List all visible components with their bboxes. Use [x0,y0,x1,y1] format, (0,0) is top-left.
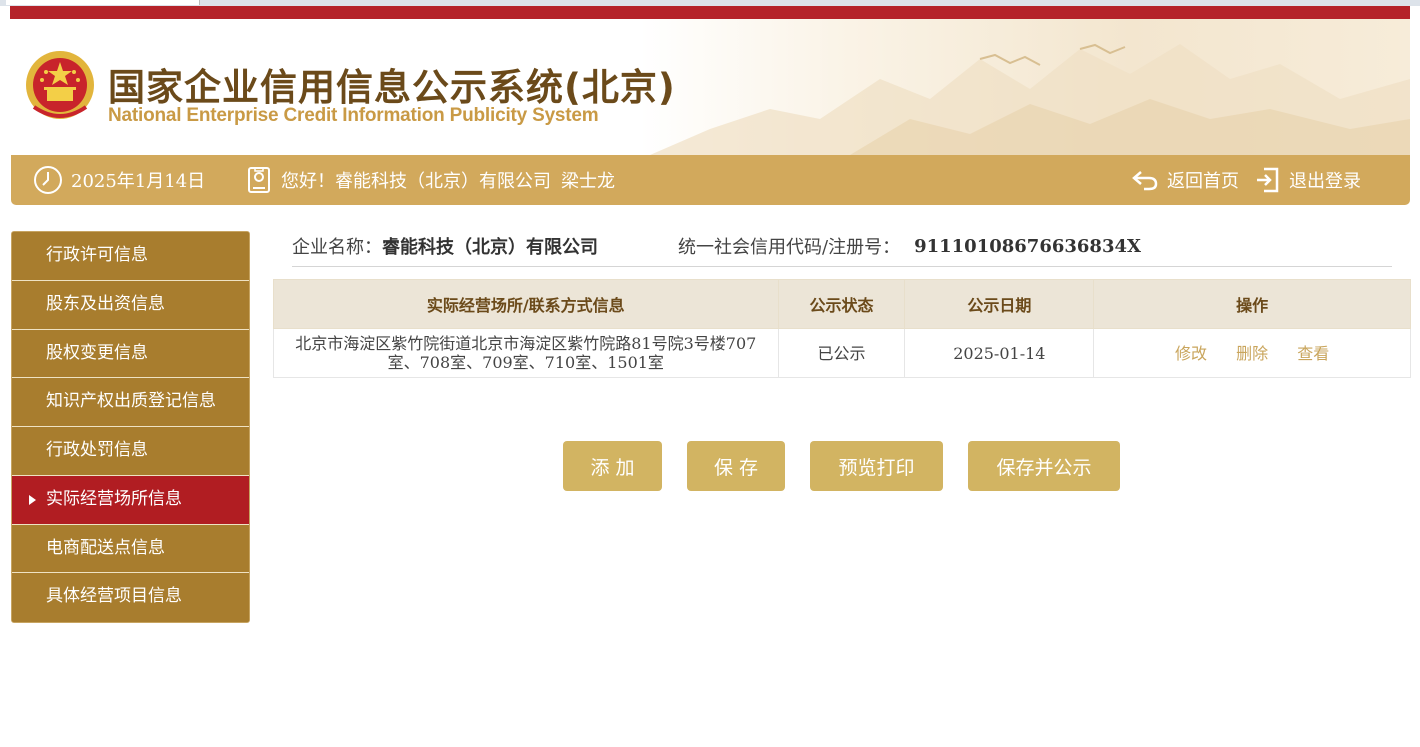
company-info-bar: 企业名称： 睿能科技（北京）有限公司 统一社会信用代码/注册号： 9111010… [292,226,1392,267]
current-date: 2025年1月14日 [33,155,205,205]
credit-code: 91110108676636834X [914,235,1141,257]
date-text: 2025年1月14日 [71,171,206,192]
sidebar-item-shareholders[interactable]: 股东及出资信息 [12,280,249,330]
home-link-label: 返回首页 [1167,171,1239,192]
edit-link[interactable]: 修改 [1175,344,1207,363]
sidebar-item-administrative-license[interactable]: 行政许可信息 [12,232,249,281]
user-greeting: 您好！睿能科技（北京）有限公司 梁士龙 [245,155,615,205]
premises-table: 实际经营场所/联系方式信息 公示状态 公示日期 操作 北京市海淀区紫竹院街道北京… [273,279,1411,378]
column-header-date: 公示日期 [904,279,1095,329]
home-link[interactable]: 返回首页 [1131,155,1239,205]
logout-icon [1257,167,1279,193]
system-title: 国家企业信用信息公示系统(北京) [108,66,676,109]
column-header-status: 公示状态 [777,279,906,329]
id-card-icon [248,167,270,193]
save-button[interactable]: 保 存 [687,441,785,491]
company-name: 睿能科技（北京）有限公司 [382,237,598,258]
delete-link[interactable]: 删除 [1236,344,1268,363]
mountain-illustration [650,43,1410,155]
table-header-row: 实际经营场所/联系方式信息 公示状态 公示日期 操作 [273,279,1411,329]
cell-status: 已公示 [777,328,906,378]
sidebar-item-ecommerce-delivery[interactable]: 电商配送点信息 [12,524,249,574]
top-navbar: 2025年1月14日 您好！睿能科技（北京）有限公司 梁士龙 返回首页 退出登录 [11,155,1410,205]
company-name-label: 企业名称： [292,237,382,258]
logout-link[interactable]: 退出登录 [1255,155,1361,205]
view-link[interactable]: 查看 [1297,344,1329,363]
cell-address: 北京市海淀区紫竹院街道北京市海淀区紫竹院路81号院3号楼707室、708室、70… [273,328,779,378]
clock-icon [34,166,62,194]
logout-link-label: 退出登录 [1289,171,1361,192]
sidebar-menu: 行政许可信息 股东及出资信息 股权变更信息 知识产权出质登记信息 行政处罚信息 … [11,231,250,623]
browser-tab[interactable] [6,0,200,5]
user-name: 梁士龙 [561,171,615,192]
cell-actions: 修改 删除 查看 [1093,328,1411,378]
sidebar-item-business-projects[interactable]: 具体经营项目信息 [12,573,249,622]
column-header-actions: 操作 [1093,279,1411,329]
cell-date: 2025-01-14 [904,328,1095,378]
sidebar-item-ip-pledge[interactable]: 知识产权出质登记信息 [12,378,249,427]
table-row: 北京市海淀区紫竹院街道北京市海淀区紫竹院路81号院3号楼707室、708室、70… [273,328,1411,378]
action-buttons: 添 加 保 存 预览打印 保存并公示 [0,441,1420,491]
credit-code-label: 统一社会信用代码/注册号： [678,237,901,258]
add-button[interactable]: 添 加 [563,441,662,491]
sidebar-item-equity-change[interactable]: 股权变更信息 [12,329,249,379]
return-arrow-icon [1132,171,1158,191]
preview-print-button[interactable]: 预览打印 [810,441,943,491]
national-emblem-icon [26,51,94,119]
column-header-address: 实际经营场所/联系方式信息 [273,279,779,329]
save-and-publish-button[interactable]: 保存并公示 [968,441,1120,491]
header-banner: 国家企业信用信息公示系统(北京) National Enterprise Cre… [10,19,1410,155]
header-red-bar [10,6,1410,19]
greeting-text: 您好！睿能科技（北京）有限公司 [281,171,551,192]
system-title-english: National Enterprise Credit Information P… [108,105,599,126]
